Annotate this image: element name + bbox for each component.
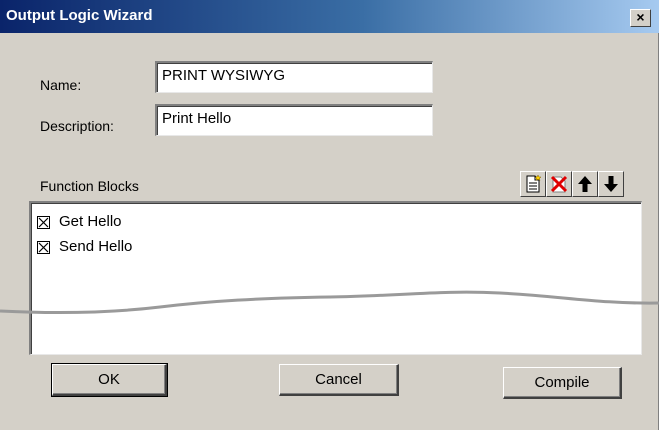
- arrow-down-icon: [604, 176, 618, 192]
- arrow-up-icon: [578, 176, 592, 192]
- title-bar: Output Logic Wizard ×: [0, 0, 659, 33]
- delete-block-button[interactable]: [546, 171, 572, 197]
- delete-icon: [550, 175, 568, 193]
- item-label: Send Hello: [59, 238, 133, 255]
- move-down-button[interactable]: [598, 171, 624, 197]
- new-block-button[interactable]: [520, 171, 546, 197]
- compile-button[interactable]: Compile: [503, 367, 622, 399]
- checked-icon: [38, 242, 49, 253]
- function-blocks-label: Function Blocks: [40, 178, 139, 194]
- ok-button[interactable]: OK: [51, 363, 168, 397]
- item-label: Get Hello: [59, 213, 122, 230]
- move-up-button[interactable]: [572, 171, 598, 197]
- description-label: Description:: [40, 118, 114, 134]
- item-checkbox[interactable]: [37, 216, 50, 229]
- close-button[interactable]: ×: [630, 9, 651, 27]
- cancel-button[interactable]: Cancel: [279, 364, 399, 396]
- new-icon: [526, 174, 542, 193]
- item-checkbox[interactable]: [37, 241, 50, 254]
- function-blocks-list[interactable]: Get Hello Send Hello: [29, 201, 642, 355]
- name-field[interactable]: PRINT WYSIWYG: [155, 61, 433, 93]
- name-label: Name:: [40, 77, 82, 93]
- window-title: Output Logic Wizard: [6, 7, 153, 24]
- description-field[interactable]: Print Hello: [155, 104, 433, 136]
- checked-icon: [38, 217, 49, 228]
- close-icon: ×: [636, 9, 645, 25]
- output-logic-wizard-dialog: Output Logic Wizard × Name: PRINT WYSIWY…: [0, 0, 659, 430]
